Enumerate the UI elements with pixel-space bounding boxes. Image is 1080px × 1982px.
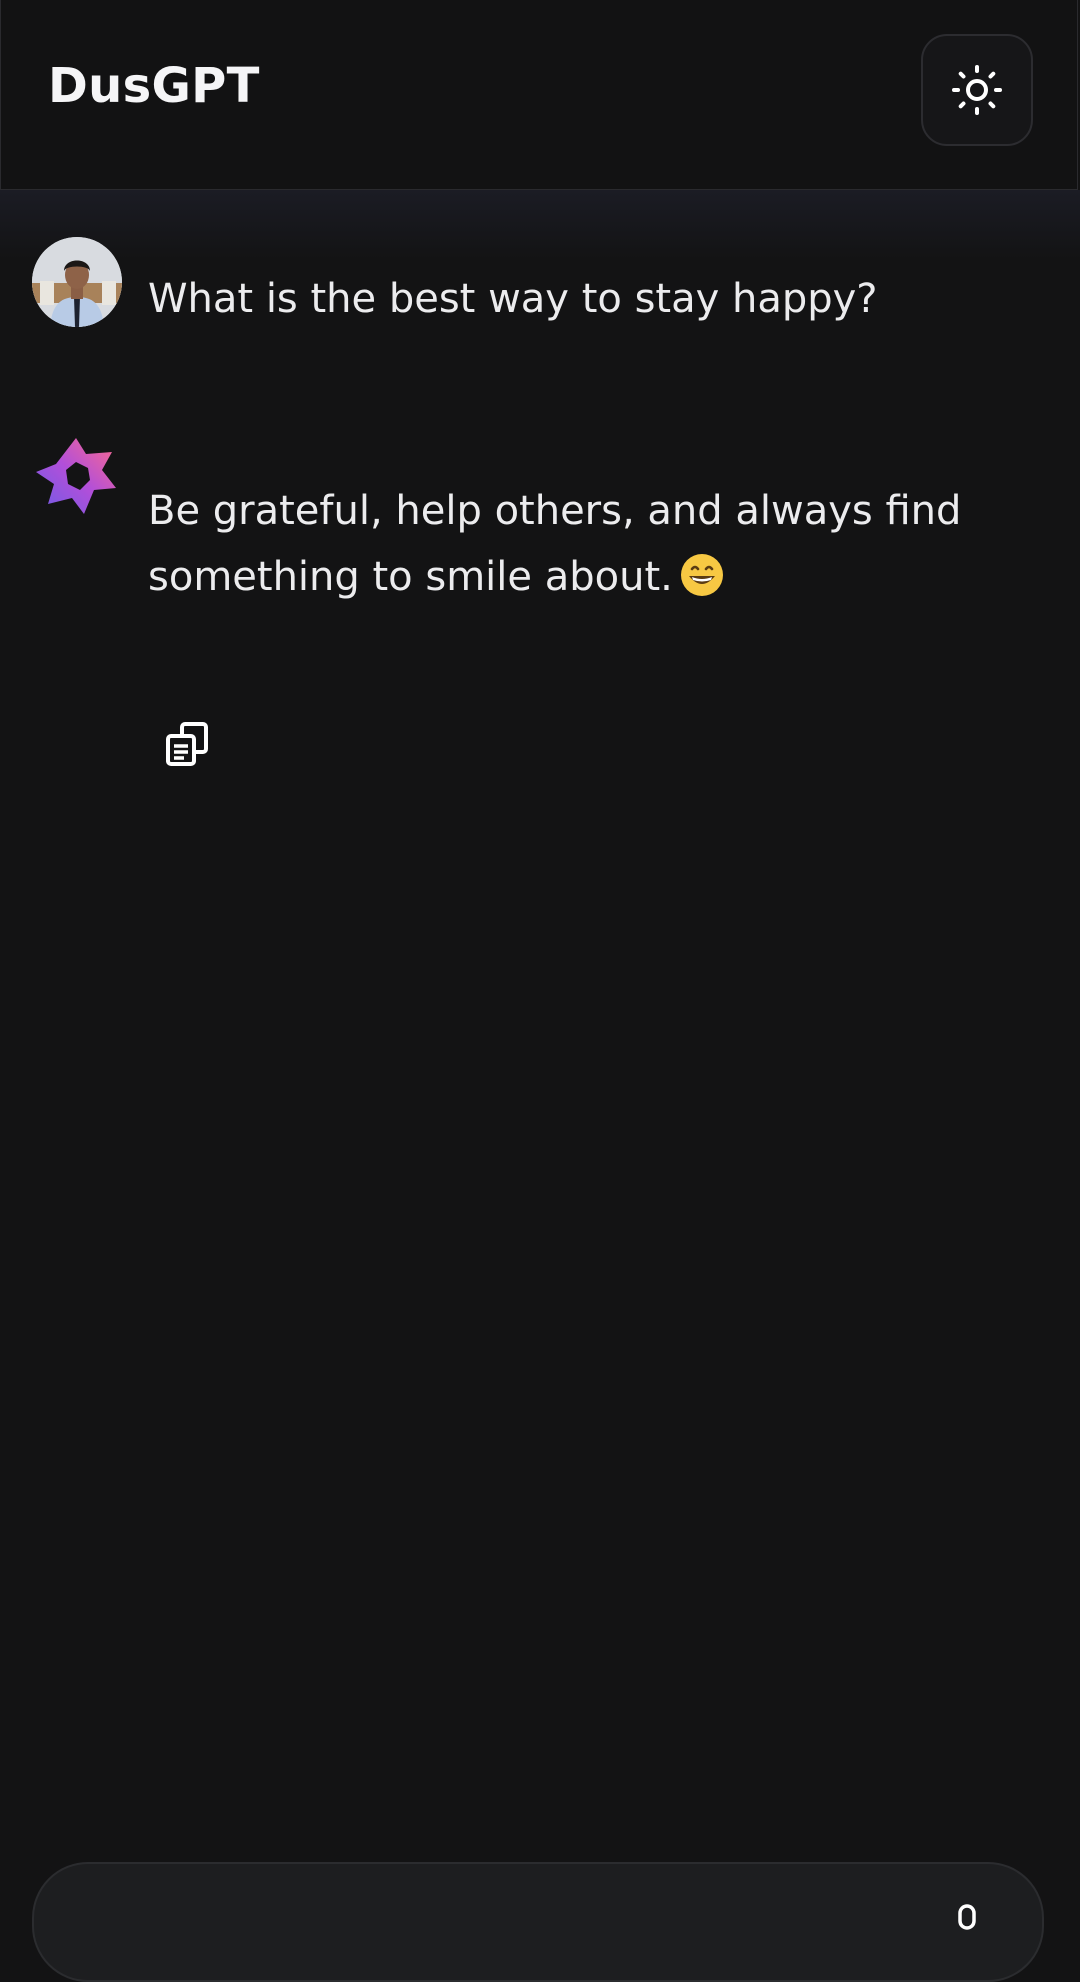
copy-icon [166, 722, 208, 766]
sun-icon [952, 65, 1002, 115]
dusgpt-logo-icon [30, 432, 122, 524]
grinning-face-emoji-icon [679, 552, 725, 598]
theme-toggle-button[interactable] [921, 34, 1033, 146]
assistant-message: Be grateful, help others, and always fin… [148, 478, 1008, 610]
user-avatar [32, 237, 122, 327]
message-composer[interactable] [32, 1862, 1044, 1982]
app-title: DusGPT [48, 58, 260, 114]
user-message: What is the best way to stay happy? [148, 276, 878, 322]
top-bar: DusGPT [0, 0, 1078, 190]
mic-icon[interactable] [952, 1904, 982, 1944]
header-shadow [0, 190, 1080, 260]
assistant-message-text: Be grateful, help others, and always fin… [148, 488, 962, 600]
copy-button[interactable] [160, 716, 216, 772]
